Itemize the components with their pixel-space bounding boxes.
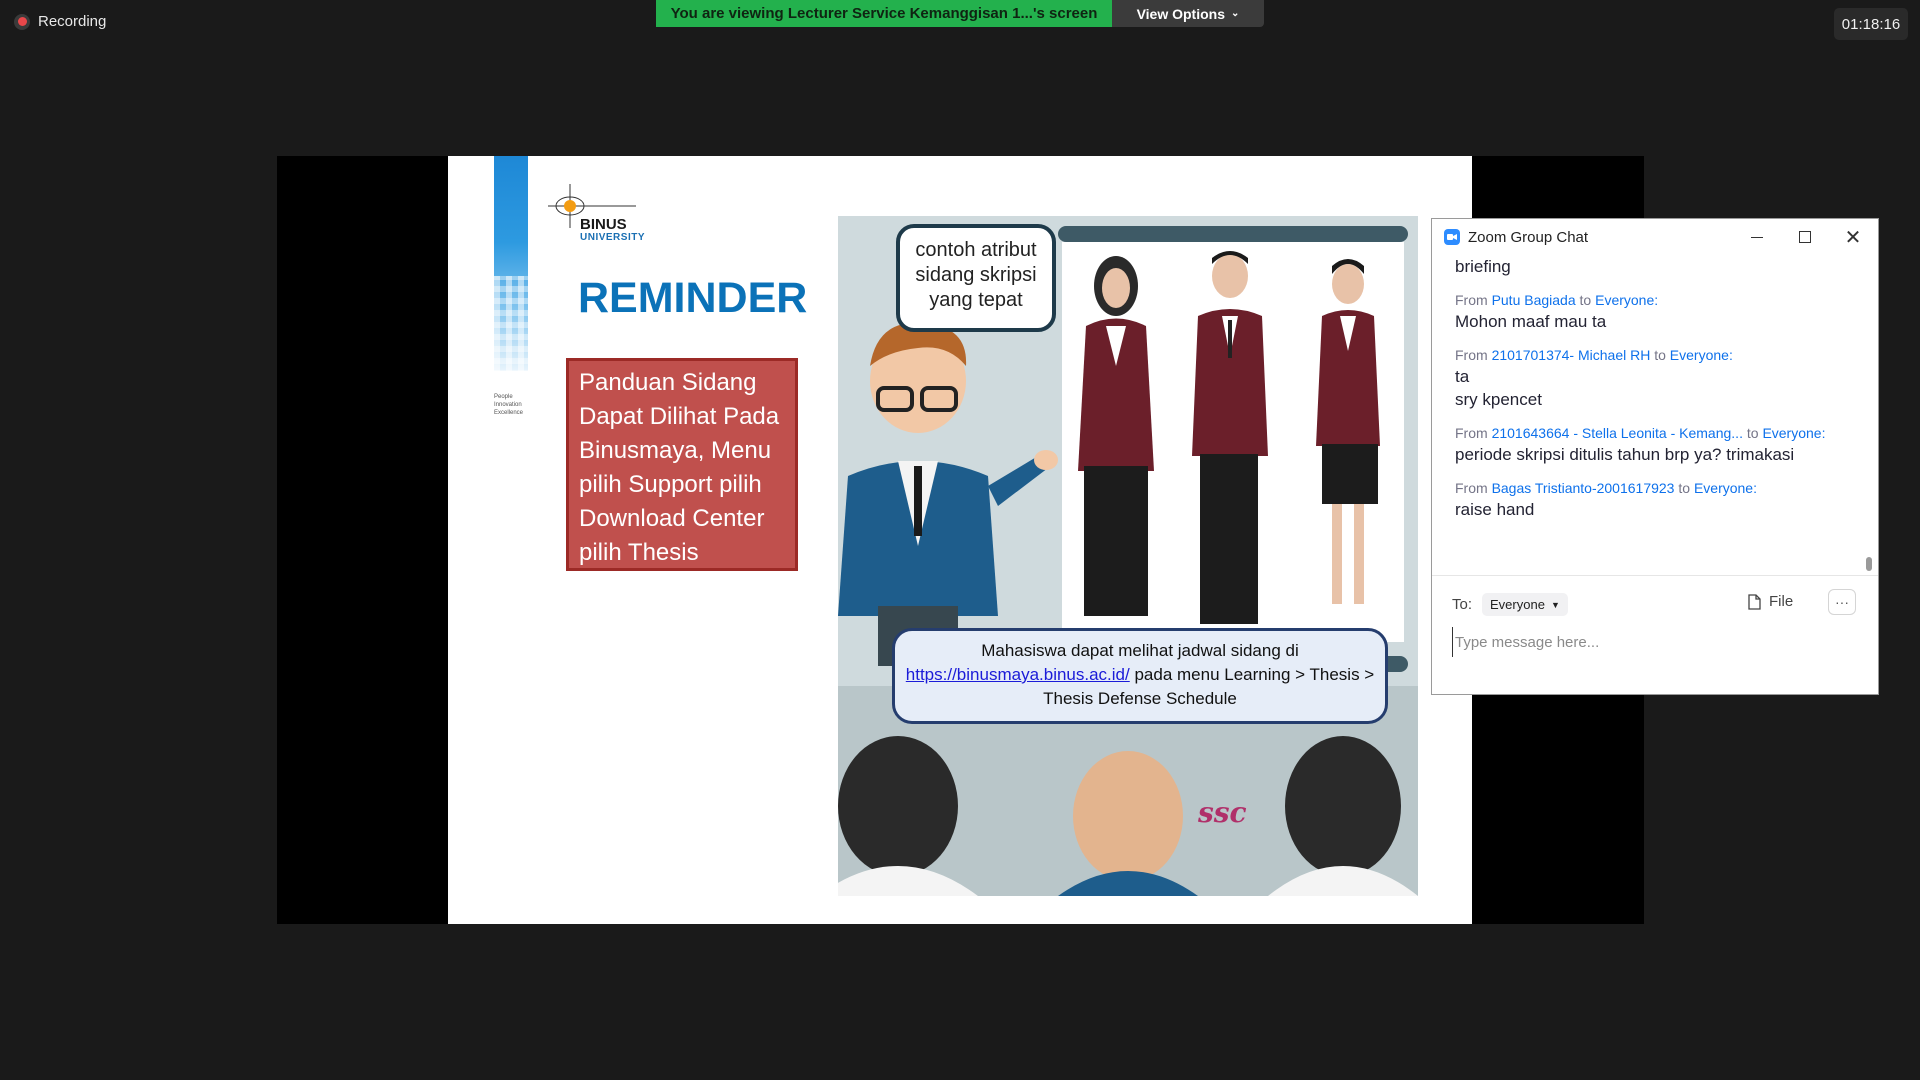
minimize-icon [1751, 236, 1763, 238]
file-icon [1748, 593, 1761, 610]
chevron-down-icon: ▼ [1550, 599, 1560, 610]
sender-name[interactable]: Bagas Tristianto-2001617923 [1492, 480, 1675, 496]
recipient-row: To: Everyone ▼ [1452, 593, 1568, 616]
ssc-watermark: ssc [1198, 796, 1247, 829]
record-icon [14, 13, 30, 30]
chat-titlebar[interactable]: Zoom Group Chat ✕ [1432, 219, 1878, 255]
more-options-button[interactable]: ··· [1828, 589, 1856, 615]
speech-bubble-top: contoh atribut sidang skripsi yang tepat [896, 224, 1056, 332]
viewing-text: You are viewing Lecturer Service Kemangg… [670, 5, 1098, 22]
illustration: contoh atribut sidang skripsi yang tepat… [838, 216, 1418, 896]
chat-message-header: From 2101643664 - Stella Leonita - Keman… [1455, 425, 1826, 441]
chat-message-header: From 2101701374- Michael RH to Everyone: [1455, 347, 1733, 363]
view-options-label: View Options [1136, 5, 1226, 22]
slide-title: REMINDER [578, 274, 808, 322]
recording-indicator[interactable]: Recording [14, 13, 106, 30]
recipient-name[interactable]: Everyone: [1595, 292, 1658, 308]
chat-message-header: From Bagas Tristianto-2001617923 to Ever… [1455, 480, 1757, 496]
chat-message-text: ta [1455, 367, 1470, 386]
chat-messages: briefing From Putu Bagiada to Everyone: … [1455, 255, 1855, 521]
chat-message-text: Mohon maaf mau ta [1455, 312, 1607, 331]
meeting-timer: 01:18:16 [1834, 8, 1908, 40]
recipient-dropdown[interactable]: Everyone ▼ [1482, 593, 1568, 616]
sender-name[interactable]: Putu Bagiada [1492, 292, 1576, 308]
chat-title: Zoom Group Chat [1468, 228, 1589, 246]
recipient-name[interactable]: Everyone: [1694, 480, 1757, 496]
close-button[interactable]: ✕ [1828, 219, 1878, 255]
chat-message-text: periode skripsi ditulis tahun brp ya? tr… [1455, 445, 1795, 464]
zoom-icon [1444, 229, 1460, 245]
viewing-banner: You are viewing Lecturer Service Kemangg… [656, 0, 1112, 27]
maximize-icon [1799, 231, 1811, 243]
guide-text-box: Panduan Sidang Dapat Dilihat Pada Binusm… [566, 358, 798, 571]
sender-name[interactable]: 2101643664 - Stella Leonita - Kemang... [1492, 425, 1743, 441]
speech-bubble-bottom: Mahasiswa dapat melihat jadwal sidang di… [892, 628, 1388, 724]
logo-word: BINUS [580, 216, 627, 233]
file-button[interactable]: File [1748, 593, 1793, 610]
chevron-down-icon: ⌄ [1231, 8, 1240, 19]
close-icon: ✕ [1844, 226, 1862, 249]
recipient-name[interactable]: Everyone: [1670, 347, 1733, 363]
slide-tagline: People Innovation Excellence [494, 394, 524, 416]
to-label: To: [1452, 596, 1473, 613]
message-input[interactable] [1452, 627, 1855, 657]
chat-message-text: sry kpencet [1455, 390, 1542, 409]
binusmaya-link[interactable]: https://binusmaya.binus.ac.id/ [906, 665, 1130, 684]
chat-message-text: briefing [1455, 257, 1511, 276]
group-chat-window: Zoom Group Chat ✕ briefing From Putu Bag… [1431, 218, 1879, 695]
chat-message-text: raise hand [1455, 500, 1535, 519]
chat-message-header: From Putu Bagiada to Everyone: [1455, 292, 1659, 308]
chat-scrollbar[interactable] [1866, 255, 1872, 573]
minimize-button[interactable] [1732, 219, 1782, 255]
logo-subtitle: UNIVERSITY [580, 232, 646, 243]
view-options-button[interactable]: View Options ⌄ [1112, 0, 1264, 27]
recipient-name[interactable]: Everyone: [1762, 425, 1825, 441]
sender-name[interactable]: 2101701374- Michael RH [1492, 347, 1651, 363]
recording-label: Recording [38, 13, 107, 30]
maximize-button[interactable] [1780, 219, 1830, 255]
presentation-slide: People Innovation Excellence BINUS UNIVE… [448, 156, 1472, 924]
